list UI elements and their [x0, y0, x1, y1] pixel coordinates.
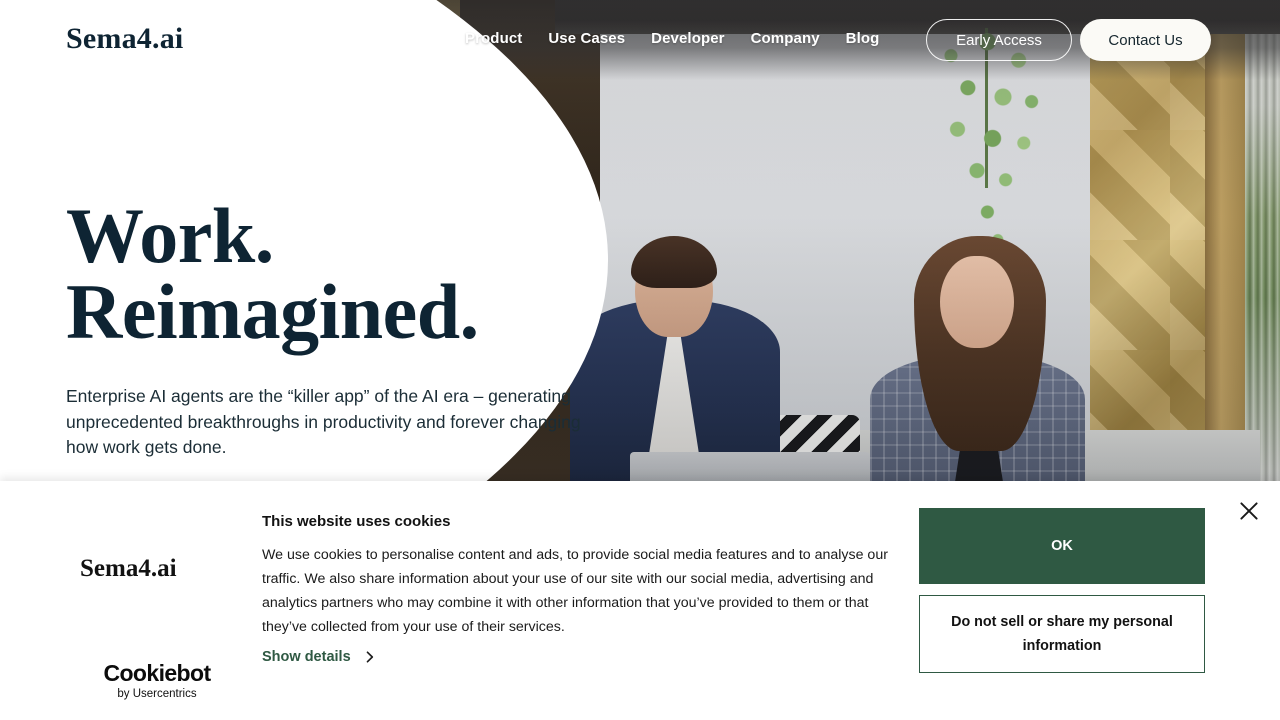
cookie-consent-banner: Sema4.ai Cookiebot by Usercentrics This …: [0, 481, 1280, 720]
hero-subcopy: Enterprise AI agents are the “killer app…: [66, 386, 581, 457]
cookie-banner-title: This website uses cookies: [262, 513, 451, 530]
page-title: Work. Reimagined.: [66, 197, 626, 355]
cookie-banner-logo-column: Sema4.ai Cookiebot by Usercentrics: [60, 481, 250, 720]
show-details-link[interactable]: Show details: [262, 649, 376, 665]
nav-item-company[interactable]: Company: [751, 30, 820, 47]
headline-line-2: Reimagined.: [66, 268, 479, 355]
show-details-label: Show details: [262, 649, 351, 665]
contact-us-button[interactable]: Contact Us: [1080, 19, 1211, 61]
main-nav: Product Use Cases Developer Company Blog: [465, 30, 879, 47]
site-header: Sema4.ai Product Use Cases Developer Com…: [0, 0, 1280, 80]
nav-item-product[interactable]: Product: [465, 30, 522, 47]
cookie-banner-body: We use cookies to personalise content an…: [262, 547, 888, 635]
chevron-right-icon: [364, 651, 376, 663]
nav-item-developer[interactable]: Developer: [651, 30, 724, 47]
headline-line-1: Work.: [66, 192, 274, 279]
accept-cookies-button[interactable]: OK: [919, 508, 1205, 584]
cookiebot-logo-subtitle: by Usercentrics: [117, 688, 197, 700]
cookie-banner-brand-logo: Sema4.ai: [80, 555, 177, 582]
cookiebot-logo[interactable]: Cookiebot by Usercentrics: [77, 661, 237, 701]
landing-page: Sema4.ai Product Use Cases Developer Com…: [0, 0, 1280, 720]
do-not-sell-button[interactable]: Do not sell or share my personal informa…: [919, 595, 1205, 673]
early-access-button[interactable]: Early Access: [926, 19, 1072, 61]
hero-copy: Work. Reimagined. Enterprise AI agents a…: [66, 197, 626, 461]
nav-item-blog[interactable]: Blog: [846, 30, 880, 47]
nav-item-use-cases[interactable]: Use Cases: [548, 30, 625, 47]
close-icon[interactable]: [1238, 500, 1260, 522]
site-logo[interactable]: Sema4.ai: [66, 22, 183, 56]
cookie-banner-text-column: This website uses cookies We use cookies…: [262, 481, 902, 665]
cookiebot-logo-name: Cookiebot: [103, 660, 211, 686]
